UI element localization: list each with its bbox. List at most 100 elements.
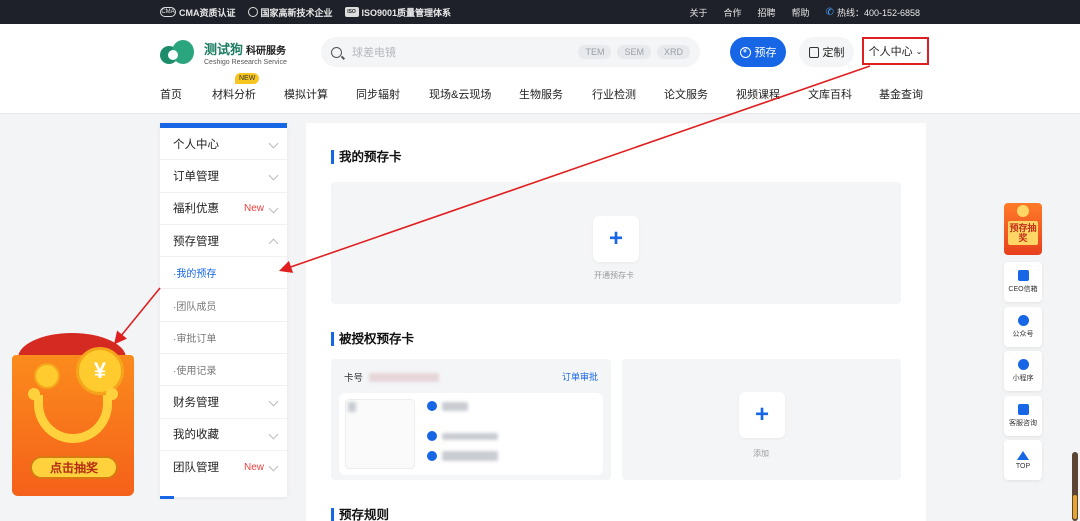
sidebar-item-prestore-mgmt[interactable]: 预存管理: [160, 225, 287, 258]
info-icon: [427, 431, 437, 441]
sidebar-subitem-team-members[interactable]: ·团队成员: [160, 289, 287, 322]
sidebar-item-label: 团队管理: [173, 462, 219, 475]
add-card-panel[interactable]: + 添加: [622, 359, 901, 480]
nav-onsite[interactable]: 现场&云现场: [429, 84, 519, 106]
card-number-row: 卡号: [344, 370, 440, 384]
sidebar-subitem-usage-records[interactable]: ·使用记录: [160, 354, 287, 387]
thermometer-icon: [1072, 452, 1078, 521]
cert-cma: CMA CMA资质认证: [160, 6, 236, 19]
coin-icon: [34, 363, 60, 389]
card-number-label: 卡号: [344, 373, 364, 384]
plus-icon[interactable]: +: [593, 216, 639, 262]
authorized-card[interactable]: 卡号 订单审批: [331, 359, 611, 480]
open-card-label: 开通预存卡: [594, 271, 634, 280]
custom-label: 定制: [822, 47, 845, 59]
lottery-button[interactable]: 点击抽奖: [30, 456, 118, 479]
card-info-row: [427, 401, 468, 411]
float-label: CEO信箱: [1008, 286, 1038, 293]
search-tag-sem[interactable]: SEM: [617, 45, 651, 59]
coin-icon: [1017, 205, 1029, 217]
sidebar: 个人中心 订单管理 福利优惠 New 预存管理 ·我的预存 ·团队成员 ·审批订单…: [160, 123, 287, 499]
card-thumbnail: [345, 399, 415, 469]
nav-synchrotron[interactable]: 同步辐射: [356, 84, 429, 106]
nav-bio[interactable]: 生物服务: [519, 84, 592, 106]
search-tag-xrd[interactable]: XRD: [656, 45, 690, 59]
float-label: 小程序: [1012, 375, 1034, 382]
user-center-button[interactable]: 个人中心 ⌄: [862, 37, 929, 65]
nav-home[interactable]: 首页: [160, 84, 212, 106]
sidebar-item-user-center[interactable]: 个人中心: [160, 128, 287, 161]
add-icon[interactable]: +: [739, 392, 785, 438]
sidebar-item-label: 个人中心: [173, 138, 219, 151]
chevron-down-icon: [268, 396, 279, 407]
info-icon: [427, 451, 437, 461]
nav-industry[interactable]: 行业检测: [592, 84, 664, 106]
section-title-authorized-cards: 被授权预存卡: [331, 332, 414, 346]
chevron-down-icon: [268, 461, 279, 472]
sidebar-item-favorites[interactable]: 我的收藏: [160, 419, 287, 451]
nav-materials[interactable]: 材料分析 NEW: [212, 73, 284, 106]
prestore-button[interactable]: ¥ 预存: [730, 37, 786, 67]
link-cooperate[interactable]: 合作: [724, 6, 742, 19]
chevron-down-icon: [268, 138, 279, 149]
nav-library[interactable]: 文库百科: [808, 84, 879, 106]
open-card-panel[interactable]: + 开通预存卡: [331, 182, 901, 304]
nav-video[interactable]: 视频课程: [736, 84, 808, 106]
float-wechat-official[interactable]: 公众号: [1004, 307, 1042, 347]
section-title-my-cards: 我的预存卡: [331, 150, 402, 164]
thumb-mark: [348, 402, 356, 412]
link-help[interactable]: 帮助: [792, 6, 810, 19]
cert-list: CMA CMA资质认证 国家高新技术企业 ISO ISO9001质量管理体系: [160, 0, 451, 24]
top-links: 关于 合作 招聘 帮助 ✆ 热线：400-152-6858: [689, 0, 920, 24]
card-info-row: [427, 451, 498, 461]
cma-icon: CMA: [160, 7, 176, 17]
sidebar-subitem-my-prestore[interactable]: ·我的预存: [160, 257, 287, 290]
float-ceo-mailbox[interactable]: CEO信箱: [1004, 262, 1042, 302]
order-review-link[interactable]: 订单审批: [562, 370, 598, 383]
cert-hightech-label: 国家高新技术企业: [260, 7, 333, 18]
blurred-value: [442, 401, 468, 411]
sidebar-item-label: 财务管理: [173, 397, 219, 410]
nav-paper[interactable]: 论文服务: [664, 84, 736, 106]
logo-sub: 科研服务: [246, 45, 287, 57]
link-jobs[interactable]: 招聘: [758, 6, 776, 19]
nav-simulation[interactable]: 模拟计算: [284, 84, 356, 106]
section-title-rules: 预存规则: [331, 508, 389, 521]
add-label: 添加: [753, 449, 769, 458]
logo-text: 测试狗 科研服务 Ceshigo Research Service: [204, 39, 287, 66]
lottery-widget[interactable]: ¥ 点击抽奖: [12, 333, 134, 496]
float-mini-program[interactable]: 小程序: [1004, 351, 1042, 391]
custom-button[interactable]: 定制: [799, 37, 854, 67]
card-info-row: [427, 431, 498, 441]
nav-fund[interactable]: 基金查询: [879, 84, 939, 106]
logo-title: 测试狗 科研服务: [204, 39, 287, 58]
new-badge: NEW: [235, 73, 260, 84]
info-icon: [427, 401, 437, 411]
custom-icon: [808, 46, 819, 58]
hightech-icon: [247, 7, 258, 17]
sidebar-item-benefits[interactable]: 福利优惠 New: [160, 193, 287, 225]
float-back-to-top[interactable]: TOP: [1004, 440, 1042, 480]
main-content: 我的预存卡 + 开通预存卡 被授权预存卡 卡号 订单审批 + 添加 预存规则: [306, 123, 926, 521]
sidebar-item-orders[interactable]: 订单管理: [160, 160, 287, 193]
cert-iso: ISO ISO9001质量管理体系: [344, 6, 451, 19]
search-tag-tem[interactable]: TEM: [578, 45, 612, 59]
float-label: TOP: [1015, 462, 1031, 470]
sidebar-bottom-accent: [160, 496, 174, 499]
sidebar-item-team-mgmt[interactable]: 团队管理 New: [160, 451, 287, 483]
yuan-coin-icon: ¥: [76, 347, 124, 395]
new-tag: New: [243, 202, 264, 214]
sidebar-subitem-approve-orders[interactable]: ·审批订单: [160, 322, 287, 355]
sidebar-item-label: 我的收藏: [173, 429, 219, 442]
prestore-lottery-promo[interactable]: 预存抽奖: [1004, 203, 1042, 255]
search-bar[interactable]: 球差电镜 TEM SEM XRD: [321, 37, 700, 67]
search-input[interactable]: 球差电镜: [352, 44, 572, 60]
link-about[interactable]: 关于: [689, 6, 707, 19]
logo[interactable]: 测试狗 科研服务 Ceshigo Research Service: [160, 38, 287, 66]
phone-icon: ✆: [825, 6, 834, 18]
float-label: 公众号: [1012, 331, 1034, 338]
hotline: ✆ 热线：400-152-6858: [826, 6, 920, 19]
chevron-down-icon: [268, 170, 279, 181]
float-customer-service[interactable]: 客服咨询: [1004, 396, 1042, 436]
sidebar-item-finance[interactable]: 财务管理: [160, 386, 287, 419]
